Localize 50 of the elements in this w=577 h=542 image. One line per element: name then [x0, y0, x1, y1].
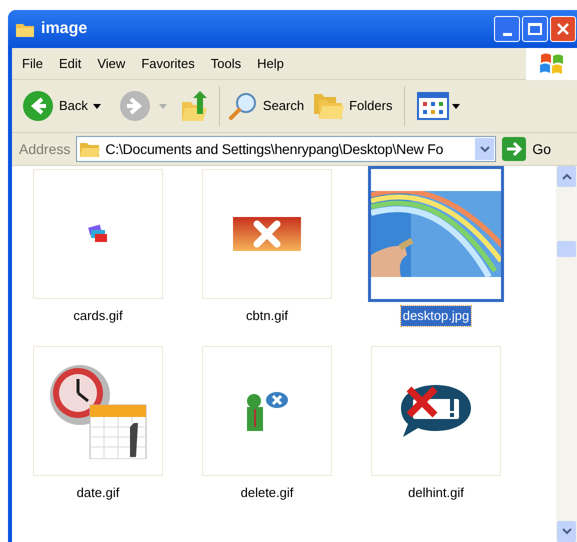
menu-item[interactable]: View — [89, 52, 134, 74]
caret-icon — [92, 104, 101, 108]
dropdown-button[interactable] — [475, 138, 494, 160]
cards-icon — [87, 224, 109, 244]
minimize-button[interactable] — [494, 16, 520, 42]
menu-item[interactable]: File — [14, 52, 51, 74]
folder-icon — [80, 140, 100, 158]
clock-calendar-icon — [48, 362, 148, 458]
menu-item[interactable]: Favorites — [133, 52, 203, 74]
maximize-icon — [528, 23, 542, 35]
window-title: image — [41, 19, 88, 39]
file-name[interactable]: cbtn.gif — [244, 306, 290, 326]
chevron-down-icon — [562, 528, 572, 535]
menu-item[interactable]: Help — [249, 52, 292, 74]
caret-icon — [452, 104, 460, 108]
search-button[interactable]: Search — [228, 86, 304, 126]
scroll-up-button[interactable] — [557, 166, 576, 187]
thumbnail[interactable] — [368, 166, 504, 302]
file-name[interactable]: date.gif — [74, 482, 122, 502]
address-field[interactable]: C:\Documents and Settings\henrypang\Desktop\New Fo — [76, 136, 496, 162]
chevron-down-icon — [480, 146, 490, 152]
close-icon — [556, 22, 570, 36]
scroll-down-button[interactable] — [557, 521, 576, 542]
minimize-icon — [502, 33, 512, 36]
folders-icon — [314, 92, 344, 120]
menu-item[interactable]: Tools — [202, 52, 250, 74]
scroll-thumb[interactable] — [557, 241, 576, 257]
folder-up-icon[interactable] — [180, 90, 209, 122]
close-button[interactable] — [550, 16, 576, 42]
go-button[interactable]: Go — [502, 136, 552, 162]
maximize-button[interactable] — [522, 16, 548, 42]
scrollbar[interactable] — [556, 166, 577, 542]
folder-icon — [16, 22, 34, 36]
user-delete-icon — [244, 390, 290, 430]
caret-icon — [158, 104, 167, 108]
menu-item[interactable]: Edit — [50, 52, 90, 74]
address-label: Address — [19, 140, 70, 158]
file-name[interactable]: delete.gif — [238, 482, 296, 502]
cancel-icon — [233, 217, 301, 251]
search-icon — [228, 91, 258, 121]
views-icon — [417, 92, 450, 120]
windows-logo-icon — [538, 52, 564, 76]
back-button[interactable]: Back — [22, 86, 101, 126]
file-name[interactable]: cards.gif — [71, 306, 125, 326]
file-name[interactable]: desktop.jpg — [400, 306, 472, 326]
chevron-up-icon — [562, 173, 572, 180]
message-delete-icon — [399, 382, 473, 438]
folders-button[interactable]: Folders — [314, 86, 392, 126]
address-text: C:\Documents and Settings\henrypang\Desktop\New Fo — [105, 140, 444, 159]
file-name[interactable]: delhint.gif — [406, 482, 466, 502]
